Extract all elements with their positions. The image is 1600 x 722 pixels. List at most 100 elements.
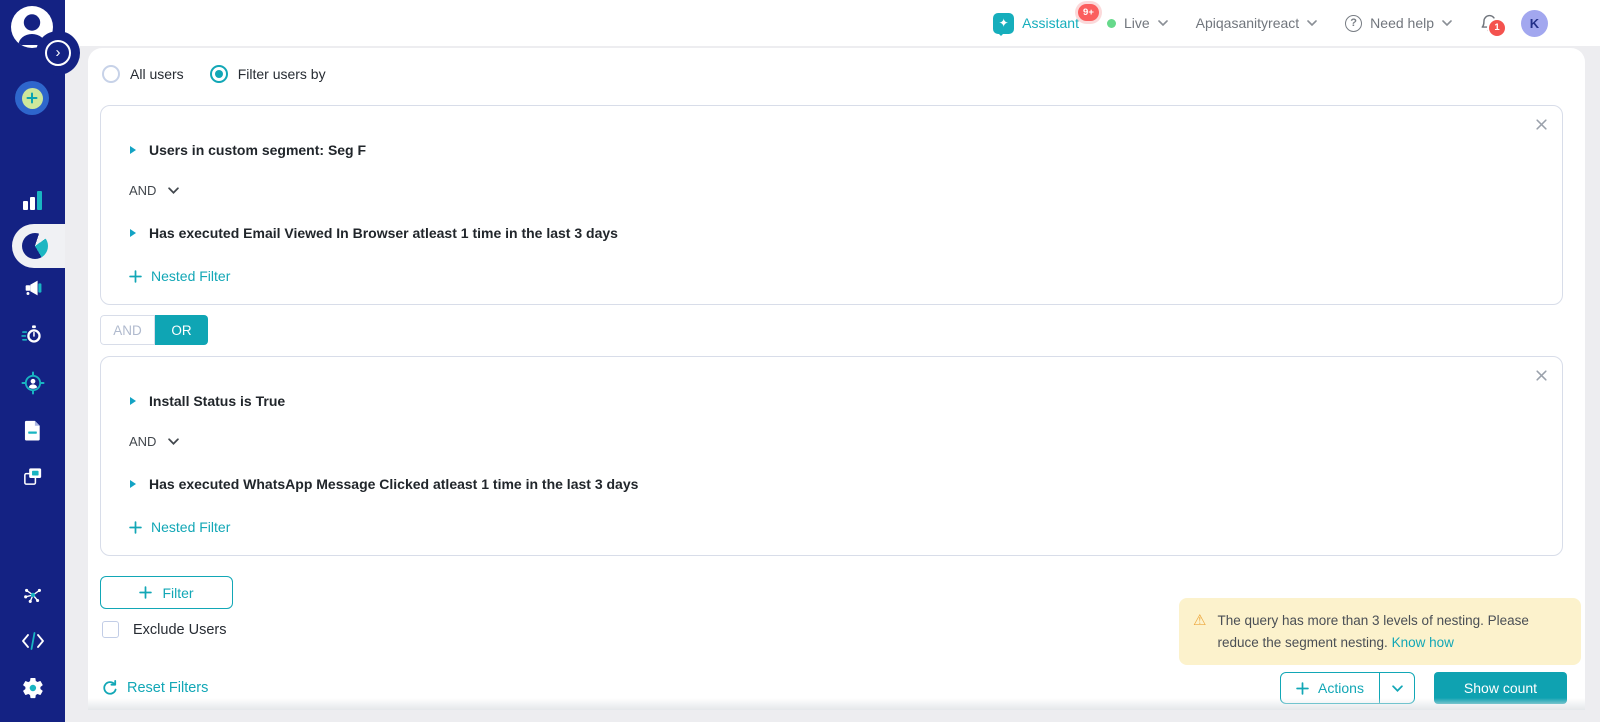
filter-users-by-radio[interactable]: Filter users by <box>209 65 326 83</box>
operator-value: AND <box>129 183 157 198</box>
caret-right-icon <box>130 229 136 237</box>
operator-dropdown[interactable]: AND <box>129 183 180 198</box>
nested-filter-label: Nested Filter <box>151 519 231 535</box>
sidebar-item-segments[interactable] <box>22 233 48 259</box>
close-icon[interactable] <box>1533 367 1550 389</box>
user-scope-radio-group: All users Filter users by <box>102 65 326 83</box>
filter-group-1: Users in custom segment: Seg F AND Has e… <box>100 105 1563 305</box>
reset-filters-link[interactable]: Reset Filters <box>102 680 208 696</box>
all-users-radio[interactable]: All users <box>102 65 184 83</box>
hub-icon <box>23 588 41 603</box>
show-count-button[interactable]: Show count <box>1434 672 1567 704</box>
document-icon <box>24 420 40 441</box>
add-filter-button[interactable]: Filter <box>100 576 233 609</box>
environment-label: Live <box>1123 15 1150 31</box>
gear-icon <box>22 677 43 699</box>
exclude-users-label: Exclude Users <box>133 621 227 638</box>
nesting-warning-toast: The query has more than 3 levels of nest… <box>1179 598 1581 666</box>
workspace-label: Apiqasanityreact <box>1195 15 1300 31</box>
toast-message: The query has more than 3 levels of nest… <box>1217 613 1529 650</box>
radio-unselected-icon <box>102 65 120 83</box>
sidebar-item-content[interactable] <box>23 419 43 442</box>
sidebar-item-dashboard[interactable] <box>23 140 43 160</box>
caret-right-icon <box>130 146 136 154</box>
user-target-icon <box>21 371 44 395</box>
chevron-down-icon <box>168 438 180 445</box>
actions-button[interactable]: Actions <box>1281 673 1379 703</box>
stopwatch-icon <box>21 325 41 343</box>
connector-or-option[interactable]: OR <box>155 315 208 345</box>
actions-split-button: Actions <box>1280 672 1415 704</box>
filter-button-label: Filter <box>162 584 194 601</box>
sidebar-item-connectors[interactable] <box>22 584 44 606</box>
reset-filters-label: Reset Filters <box>127 680 209 696</box>
sidebar-nav <box>0 0 80 722</box>
condition-text: Users in custom segment: Seg F <box>149 142 367 158</box>
filter-condition-row[interactable]: Install Status is True <box>129 393 285 409</box>
condition-text: Has executed WhatsApp Message Clicked at… <box>149 476 639 492</box>
exclude-users-option: Exclude Users <box>102 621 226 638</box>
plus-icon <box>129 269 142 283</box>
assistant-label: Assistant <box>1022 15 1079 31</box>
close-icon[interactable] <box>1533 116 1550 138</box>
nested-filter-label: Nested Filter <box>151 268 231 284</box>
all-users-label: All users <box>130 66 184 82</box>
megaphone-icon <box>25 280 41 296</box>
sidebar-item-developer-api[interactable] <box>21 632 45 650</box>
operator-dropdown[interactable]: AND <box>129 434 180 449</box>
code-icon <box>21 632 44 650</box>
sidebar-item-journeys[interactable] <box>21 323 44 346</box>
group-connector-toggle: AND OR <box>100 315 208 345</box>
expand-sidebar-button[interactable] <box>45 40 71 66</box>
filter-condition-row[interactable]: Has executed Email Viewed In Browser atl… <box>129 225 618 241</box>
operator-value: AND <box>129 434 157 449</box>
plus-icon <box>129 520 142 534</box>
add-nested-filter-link[interactable]: Nested Filter <box>129 519 230 535</box>
actions-label: Actions <box>1318 680 1364 696</box>
filter-condition-row[interactable]: Has executed WhatsApp Message Clicked at… <box>129 476 638 492</box>
chevron-down-icon <box>1442 20 1452 26</box>
warning-icon <box>1193 610 1206 653</box>
live-status-dot <box>1106 18 1116 28</box>
filter-group-2: Install Status is True AND Has executed … <box>100 356 1563 556</box>
assistant-count-badge: 9+ <box>1077 3 1099 21</box>
plus-icon <box>1296 681 1309 695</box>
know-how-link[interactable]: Know how <box>1392 635 1454 650</box>
refresh-icon <box>103 680 117 695</box>
chevron-down-icon <box>1391 684 1403 692</box>
plus-icon <box>139 586 153 599</box>
top-header: Assistant 9+ Live Apiqasanityreact Need … <box>65 0 1600 46</box>
filter-condition-row[interactable]: Users in custom segment: Seg F <box>129 142 366 158</box>
chevron-down-icon <box>168 187 180 194</box>
condition-text: Install Status is True <box>149 393 286 409</box>
plus-icon <box>21 87 43 109</box>
chevron-down-icon <box>1157 20 1168 26</box>
sidebar-item-templates[interactable] <box>21 465 44 488</box>
add-nested-filter-link[interactable]: Nested Filter <box>129 268 230 284</box>
caret-right-icon <box>130 397 136 405</box>
condition-text: Has executed Email Viewed In Browser atl… <box>149 225 618 241</box>
need-help-menu[interactable]: Need help <box>1345 14 1452 32</box>
chevron-down-icon <box>1307 20 1317 26</box>
app-screen: Assistant 9+ Live Apiqasanityreact Need … <box>0 0 1600 722</box>
sidebar-item-settings[interactable] <box>21 676 45 700</box>
environment-selector[interactable]: Live <box>1106 15 1168 31</box>
user-avatar[interactable]: K <box>1521 9 1548 37</box>
radio-selected-icon <box>209 65 228 83</box>
assistant-button[interactable]: Assistant 9+ <box>993 3 1099 36</box>
sidebar-item-audience[interactable] <box>21 371 45 395</box>
assistant-icon <box>993 12 1015 36</box>
notification-count-badge: 1 <box>1487 17 1507 38</box>
workspace-selector[interactable]: Apiqasanityreact <box>1196 15 1318 31</box>
exclude-users-checkbox[interactable] <box>102 621 119 638</box>
question-mark-icon <box>1345 14 1363 32</box>
layers-icon <box>23 468 41 485</box>
connector-and-option[interactable]: AND <box>100 315 155 345</box>
need-help-label: Need help <box>1370 15 1434 31</box>
sidebar-item-campaigns[interactable] <box>21 277 44 299</box>
caret-right-icon <box>130 480 136 488</box>
sidebar-item-analytics[interactable] <box>22 190 43 210</box>
actions-dropdown-button[interactable] <box>1380 673 1414 703</box>
notifications-button[interactable]: 1 <box>1480 13 1507 38</box>
create-new-button[interactable] <box>15 81 49 115</box>
